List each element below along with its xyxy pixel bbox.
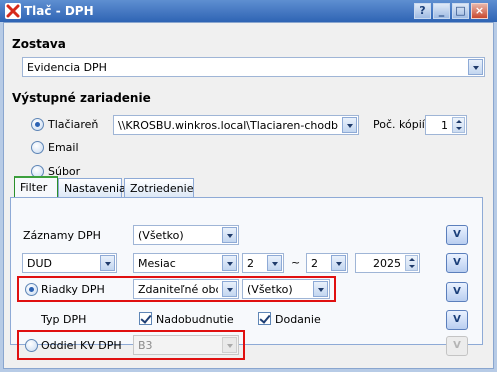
period-unit-select[interactable]: Mesiac — [133, 253, 239, 273]
zaznamy-value: (Všetko) — [138, 229, 184, 242]
period-v-button[interactable]: V — [446, 253, 468, 273]
window-title: Tlač - DPH — [24, 4, 94, 18]
nadobudnutie-label: Nadobudnutie — [156, 313, 234, 326]
dodanie-label: Dodanie — [275, 313, 321, 326]
year-stepper[interactable]: 2025 — [355, 253, 420, 273]
printer-label: Tlačiareň — [48, 118, 99, 131]
chevron-down-icon[interactable] — [222, 281, 237, 297]
period-to-select[interactable]: 2 — [306, 253, 348, 273]
period-separator: ~ — [291, 256, 301, 269]
oddiel-radio[interactable] — [25, 339, 38, 352]
app-icon — [5, 3, 21, 19]
zostava-heading: Zostava — [12, 37, 66, 51]
copies-label: Poč. kópií — [373, 118, 425, 131]
nadobudnutie-checkbox[interactable] — [139, 312, 152, 325]
chevron-down-icon[interactable] — [222, 227, 237, 243]
email-radio[interactable] — [31, 141, 44, 154]
riadky-label: Riadky DPH — [41, 283, 105, 296]
riadky-value-1: Zdaniteľné obchody — [138, 283, 218, 296]
riadky-v-button[interactable]: V — [446, 282, 468, 302]
title-bar: Tlač - DPH ? _ □ × — [0, 0, 497, 22]
chevron-down-icon[interactable] — [468, 59, 483, 75]
email-label: Email — [48, 141, 79, 154]
tab-filter[interactable]: Filter — [14, 176, 58, 198]
dodanie-checkbox[interactable] — [258, 312, 271, 325]
riadky-radio[interactable] — [25, 283, 38, 296]
year-value: 2025 — [373, 257, 401, 270]
copies-stepper[interactable]: 1 — [425, 115, 467, 135]
chevron-down-icon[interactable] — [331, 255, 346, 271]
chevron-down-icon[interactable] — [313, 281, 328, 297]
riadky-select-1[interactable]: Zdaniteľné obchody — [133, 279, 239, 299]
chevron-down-icon — [222, 337, 237, 353]
period-type-select[interactable]: DUD — [22, 253, 117, 273]
zaznamy-v-button[interactable]: V — [446, 225, 468, 245]
tab-nastavenia[interactable]: Nastavenia — [58, 178, 126, 197]
printer-value: \\KROSBU.winkros.local\Tlaciaren-chodba-… — [118, 119, 338, 132]
oddiel-value: B3 — [138, 339, 153, 352]
period-to-value: 2 — [311, 257, 318, 270]
period-from-select[interactable]: 2 — [242, 253, 284, 273]
zostava-select[interactable]: Evidencia DPH — [22, 57, 485, 77]
period-type-value: DUD — [27, 257, 52, 270]
spin-arrows-icon[interactable] — [452, 117, 465, 133]
typ-v-button[interactable]: V — [446, 310, 468, 330]
oddiel-label: Oddiel KV DPH — [41, 339, 122, 352]
printer-radio[interactable] — [31, 118, 44, 131]
close-button[interactable]: × — [471, 3, 488, 19]
zaznamy-label: Záznamy DPH — [23, 229, 101, 242]
chevron-down-icon[interactable] — [342, 117, 357, 133]
spin-arrows-icon[interactable] — [405, 255, 418, 271]
maximize-button[interactable]: □ — [452, 3, 469, 19]
printer-select[interactable]: \\KROSBU.winkros.local\Tlaciaren-chodba-… — [113, 115, 359, 135]
riadky-value-2: (Všetko) — [247, 283, 293, 296]
period-from-value: 2 — [247, 257, 254, 270]
chevron-down-icon[interactable] — [222, 255, 237, 271]
tab-zotriedenie[interactable]: Zotriedenie — [124, 178, 194, 197]
zaznamy-select[interactable]: (Všetko) — [133, 225, 239, 245]
typ-label: Typ DPH — [41, 313, 87, 326]
oddiel-select: B3 — [133, 335, 239, 355]
help-button[interactable]: ? — [414, 3, 431, 19]
riadky-select-2[interactable]: (Všetko) — [242, 279, 330, 299]
chevron-down-icon[interactable] — [100, 255, 115, 271]
chevron-down-icon[interactable] — [267, 255, 282, 271]
period-unit-value: Mesiac — [138, 257, 176, 270]
zostava-value: Evidencia DPH — [27, 61, 107, 74]
oddiel-v-button: V — [446, 336, 468, 356]
copies-value: 1 — [441, 119, 448, 132]
minimize-button[interactable]: _ — [433, 3, 450, 19]
output-heading: Výstupné zariadenie — [12, 91, 151, 105]
